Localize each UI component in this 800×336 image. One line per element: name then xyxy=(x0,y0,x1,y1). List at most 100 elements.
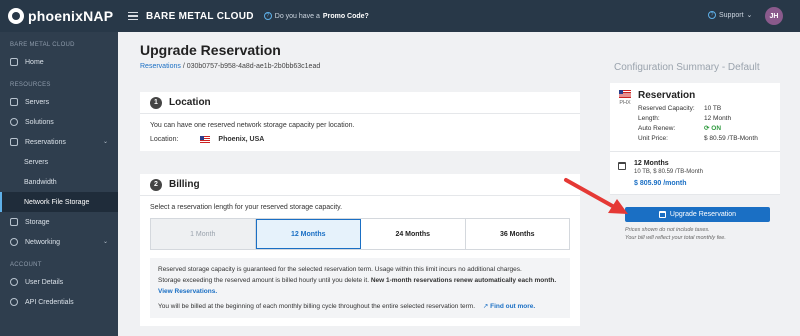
note-line-3: You will be billed at the beginning of e… xyxy=(158,303,476,310)
promo-link-text[interactable]: Promo Code? xyxy=(323,13,369,20)
sidebar-item-servers[interactable]: Servers xyxy=(0,92,118,112)
disclaimer-line-1: Prices shown do not include taxes. xyxy=(625,227,710,233)
sidebar-item-label: Solutions xyxy=(25,118,54,126)
sidebar: BARE METAL CLOUD Home RESOURCES Servers … xyxy=(0,32,118,336)
plan-name: 12 Months xyxy=(634,160,669,167)
sidebar-item-networking[interactable]: Networking ⌄ xyxy=(0,232,118,252)
billing-title: Billing xyxy=(169,179,200,190)
summary-row: Reserved Capacity: 10 TB xyxy=(638,104,758,114)
sidebar-item-reservations[interactable]: Reservations ⌄ xyxy=(0,132,118,152)
billing-card: 2 Billing Select a reservation length fo… xyxy=(140,174,580,326)
step-number: 2 xyxy=(150,178,162,191)
sidebar-item-label: Home xyxy=(25,58,44,66)
breadcrumb-current-id: 030b0757-b958-4a8d-ae1b-2b0bb63c1ead xyxy=(186,63,321,70)
support-label: Support xyxy=(719,11,744,19)
summary-row: Length: 12 Month xyxy=(638,114,758,124)
length-option-12-months[interactable]: 12 Months xyxy=(255,219,361,249)
external-link-icon: ↗ xyxy=(482,303,489,310)
avatar[interactable]: JH xyxy=(765,7,783,25)
sidebar-item-label: User Details xyxy=(25,278,64,286)
step-number: 1 xyxy=(150,96,162,109)
breadcrumb-reservations-link[interactable]: Reservations xyxy=(140,63,181,70)
summary-key: Reserved Capacity: xyxy=(638,105,695,112)
location-value: Phoenix, USA xyxy=(218,136,265,143)
summary-key: Auto Renew: xyxy=(638,125,676,132)
summary-row: Unit Price: $ 80.59 /TB-Month xyxy=(638,134,758,144)
find-out-more-link[interactable]: Find out more. xyxy=(490,303,535,310)
sidebar-section-bmc: BARE METAL CLOUD xyxy=(10,42,75,48)
summary-title: Configuration Summary - Default xyxy=(614,62,760,73)
sidebar-item-label: Reservations xyxy=(25,138,66,146)
lightbulb-icon xyxy=(10,118,18,126)
sidebar-item-solutions[interactable]: Solutions xyxy=(0,112,118,132)
sidebar-section-account: ACCOUNT xyxy=(10,262,42,268)
reservation-length-selector: 1 Month 12 Months 24 Months 36 Months xyxy=(150,218,570,250)
summary-value: $ 80.59 /TB-Month xyxy=(704,135,758,142)
location-card: 1 Location You can have one reserved net… xyxy=(140,92,580,151)
key-icon xyxy=(10,298,18,306)
logo-mark-icon xyxy=(8,8,24,24)
promo-code-link[interactable]: ? Do you have a Promo Code? xyxy=(263,12,369,20)
chevron-down-icon: ⌄ xyxy=(746,12,753,19)
auto-renew-status: ⟳ ON xyxy=(704,124,721,134)
sidebar-subitem-network-file-storage[interactable]: Network File Storage xyxy=(0,192,118,212)
support-menu[interactable]: ? Support ⌄ xyxy=(708,11,752,19)
note-line-2: Storage exceeding the reserved amount is… xyxy=(158,277,371,284)
breadcrumb: Reservations / 030b0757-b958-4a8d-ae1b-2… xyxy=(140,63,320,70)
disclaimer-line-2: Your bill will reflect your total monthl… xyxy=(625,235,726,241)
top-bar: phoenixNAP BARE METAL CLOUD ? Do you hav… xyxy=(0,0,800,32)
summary-row: Auto Renew: ⟳ ON xyxy=(638,124,758,134)
calendar-icon xyxy=(658,211,666,218)
sidebar-item-label: Servers xyxy=(25,98,50,106)
upgrade-reservation-button[interactable]: Upgrade Reservation xyxy=(625,207,770,222)
location-description: You can have one reserved network storag… xyxy=(150,122,355,129)
summary-value: 12 Month xyxy=(704,115,732,122)
sidebar-subitem-servers[interactable]: Servers xyxy=(0,152,118,172)
logo-text: phoenixNAP xyxy=(28,8,114,24)
sidebar-section-resources: RESOURCES xyxy=(10,82,51,88)
breadcrumb-separator: / xyxy=(182,63,185,70)
sidebar-subitem-bandwidth[interactable]: Bandwidth xyxy=(0,172,118,192)
usa-flag-icon xyxy=(619,90,631,98)
plan-detail: 10 TB, $ 80.59 /TB-Month xyxy=(634,169,703,175)
location-label: Location: xyxy=(150,136,179,143)
summary-key: Length: xyxy=(638,115,660,122)
note-line-2-bold: New 1-month reservations renew automatic… xyxy=(370,277,557,284)
length-option-36-months[interactable]: 36 Months xyxy=(465,219,569,249)
configuration-summary: PHX Reservation Reserved Capacity: 10 TB … xyxy=(610,83,780,195)
calendar-icon xyxy=(618,162,626,170)
summary-key: Unit Price: xyxy=(638,135,668,142)
sidebar-item-label: Storage xyxy=(25,218,50,226)
storage-icon xyxy=(10,218,18,226)
billing-description: Select a reservation length for your res… xyxy=(150,204,343,211)
view-reservations-link[interactable]: View Reservations. xyxy=(158,288,217,295)
network-icon xyxy=(10,238,18,246)
upgrade-button-label: Upgrade Reservation xyxy=(669,211,737,218)
billing-header: 2 Billing xyxy=(140,174,580,196)
location-title: Location xyxy=(169,97,211,108)
calendar-icon xyxy=(10,138,18,146)
logo[interactable]: phoenixNAP xyxy=(0,0,118,32)
chevron-down-icon: ⌄ xyxy=(102,239,108,245)
length-option-24-months[interactable]: 24 Months xyxy=(361,219,466,249)
pricing-disclaimer: Prices shown do not include taxes. Your … xyxy=(625,226,726,242)
location-code: PHX xyxy=(619,100,631,106)
sidebar-item-label: API Credentials xyxy=(25,298,74,306)
server-icon xyxy=(10,98,18,106)
page-title: Upgrade Reservation xyxy=(140,42,281,58)
sidebar-item-user-details[interactable]: User Details xyxy=(0,272,118,292)
length-option-1-month[interactable]: 1 Month xyxy=(151,219,256,249)
help-icon: ? xyxy=(263,12,272,20)
main-content: Upgrade Reservation Reservations / 030b0… xyxy=(118,32,800,336)
summary-heading: Reservation xyxy=(638,90,696,101)
summary-value: 10 TB xyxy=(704,105,722,112)
product-title: BARE METAL CLOUD xyxy=(146,10,254,22)
sidebar-item-storage[interactable]: Storage xyxy=(0,212,118,232)
sidebar-item-home[interactable]: Home xyxy=(0,52,118,72)
sidebar-item-api-credentials[interactable]: API Credentials xyxy=(0,292,118,312)
help-icon: ? xyxy=(708,11,716,19)
home-icon xyxy=(10,58,18,66)
summary-value: ON xyxy=(711,125,722,132)
usa-flag-icon xyxy=(200,136,211,143)
menu-toggle-icon[interactable] xyxy=(128,11,138,21)
